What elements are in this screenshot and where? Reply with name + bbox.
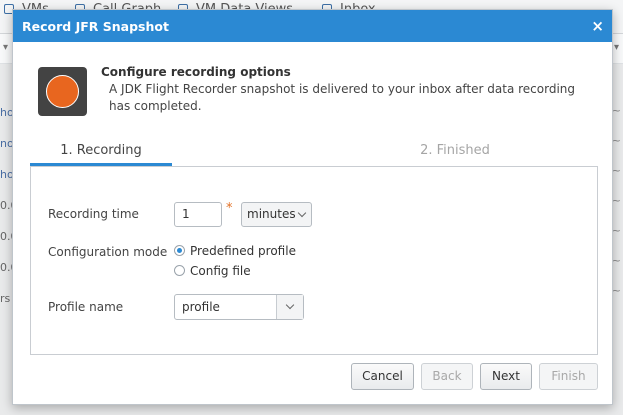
sparkline: ~ [611, 104, 621, 117]
profile-name-value: profile [182, 300, 220, 314]
recording-time-label: Recording time [48, 207, 139, 221]
background-value: rs [0, 292, 11, 305]
dialog-title: Record JFR Snapshot [22, 18, 169, 34]
sparkline: ~ [611, 284, 621, 297]
header-description: A JDK Flight Recorder snapshot is delive… [109, 82, 576, 113]
profile-name-combo[interactable]: profile [174, 294, 304, 320]
sparkline: ~ [611, 224, 621, 237]
finish-button[interactable]: Finish [539, 363, 598, 390]
config-file-label: Config file [190, 264, 251, 278]
config-file-radio[interactable]: Config file [174, 264, 251, 278]
radio-checked-icon [174, 245, 185, 256]
profile-name-label: Profile name [48, 300, 124, 314]
back-button[interactable]: Back [421, 363, 473, 390]
next-button[interactable]: Next [480, 363, 532, 390]
close-icon[interactable]: × [591, 18, 604, 34]
tab-recording[interactable]: 1. Recording [30, 140, 172, 166]
dialog-titlebar[interactable]: Record JFR Snapshot × [13, 10, 612, 42]
time-unit-select[interactable]: minutes [241, 202, 312, 227]
record-dot [46, 75, 79, 108]
chevron-down-icon [285, 300, 295, 310]
cancel-button[interactable]: Cancel [351, 363, 414, 390]
configuration-mode-label: Configuration mode [48, 245, 168, 259]
chevron-down-icon[interactable]: ▾ [3, 42, 8, 53]
record-jfr-dialog: Record JFR Snapshot × Configure recordin… [12, 9, 613, 405]
time-unit-value: minutes [247, 207, 296, 221]
chevron-down-icon[interactable]: ▾ [614, 42, 619, 53]
profile-dropdown-button[interactable] [276, 295, 303, 319]
radio-unchecked-icon [174, 265, 185, 276]
sparkline: ~ [611, 164, 621, 177]
sparkline: ~ [611, 134, 621, 147]
dialog-header: Configure recording options A JDK Flight… [38, 65, 598, 125]
header-title: Configure recording options [101, 65, 291, 79]
sparkline: ~ [611, 194, 621, 207]
chevron-down-icon [297, 208, 307, 218]
recording-options-panel: Recording time 1 * minutes Configuration… [30, 166, 598, 355]
recording-time-input[interactable]: 1 [174, 202, 222, 227]
predefined-profile-radio[interactable]: Predefined profile [174, 244, 296, 258]
tab-finished: 2. Finished [420, 143, 490, 158]
record-icon [38, 67, 87, 116]
required-marker: * [226, 201, 233, 216]
wizard-steps: 1. Recording 2. Finished [30, 140, 598, 166]
sparkline: ~ [611, 254, 621, 267]
predefined-profile-label: Predefined profile [190, 244, 296, 258]
